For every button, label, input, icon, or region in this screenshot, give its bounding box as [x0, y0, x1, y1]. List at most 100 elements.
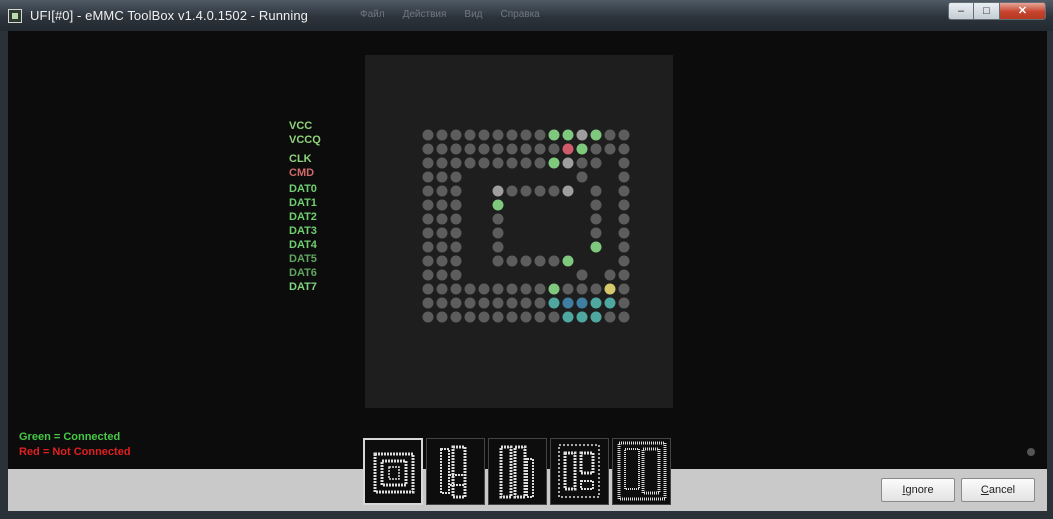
ball-pad	[506, 143, 518, 155]
ghost-menu-item: Вид	[464, 9, 483, 20]
ball-pad	[576, 157, 588, 169]
close-button[interactable]: ✕	[1000, 2, 1046, 20]
emmc-ball-map	[365, 55, 673, 408]
ball-pad	[478, 283, 490, 295]
ball-pad	[618, 157, 630, 169]
ignore-button[interactable]: Ignore	[881, 478, 955, 502]
ball-pad	[576, 143, 588, 155]
layout-thumbnail-3[interactable]	[488, 438, 547, 505]
ball-pad	[450, 185, 462, 197]
ball-pad	[548, 283, 560, 295]
ball-pad	[450, 213, 462, 225]
ball-pad	[422, 171, 434, 183]
layout-thumbnail-4[interactable]	[550, 438, 609, 505]
ball-pad	[436, 185, 448, 197]
main-window: UFI[#0] - eMMC ToolBox v1.4.0.1502 - Run…	[0, 0, 1053, 519]
ball-pad	[422, 199, 434, 211]
ball-pad	[422, 185, 434, 197]
ball-pad	[590, 227, 602, 239]
ball-pad	[478, 297, 490, 309]
legend-connected: Green = Connected	[19, 431, 121, 443]
ball-pad	[422, 269, 434, 281]
ball-pad	[604, 297, 616, 309]
ball-pad	[590, 241, 602, 253]
ball-pad	[562, 255, 574, 267]
ball-pad	[534, 143, 546, 155]
ball-pad	[450, 171, 462, 183]
ball-pad	[590, 157, 602, 169]
ball-pad	[590, 297, 602, 309]
ball-pad	[422, 297, 434, 309]
ball-pad	[576, 297, 588, 309]
ball-pad	[618, 255, 630, 267]
layout-thumbnail-5[interactable]	[612, 438, 671, 505]
ball-pad	[618, 129, 630, 141]
layout-thumbnail-2[interactable]	[426, 438, 485, 505]
thumb-ball-pattern	[558, 444, 600, 498]
ball-pad	[506, 185, 518, 197]
background-menu-ghost: Файл Действия Вид Справка	[360, 9, 540, 20]
ball-pad	[492, 143, 504, 155]
pin-label-dat1: DAT1	[289, 197, 317, 209]
ball-pad	[450, 129, 462, 141]
ball-pad	[506, 283, 518, 295]
layout-thumbnail-1[interactable]	[363, 438, 423, 505]
ball-pad	[436, 157, 448, 169]
ball-pad	[492, 157, 504, 169]
ball-pad	[464, 129, 476, 141]
ball-pad	[464, 157, 476, 169]
ball-pad	[590, 199, 602, 211]
ball-pad	[436, 143, 448, 155]
ball-pad	[576, 311, 588, 323]
window-frame-left	[0, 31, 8, 519]
ball-pad	[422, 255, 434, 267]
ghost-menu-item: Справка	[500, 9, 540, 20]
ball-pad	[590, 129, 602, 141]
ball-pad	[548, 255, 560, 267]
legend: Green = Connected Red = Not Connected	[19, 430, 131, 460]
ball-pad	[450, 143, 462, 155]
pin-label-dat2: DAT2	[289, 211, 317, 223]
maximize-button[interactable]: □	[974, 2, 1000, 20]
layout-thumbnails	[363, 438, 671, 505]
pin-label-dat0: DAT0	[289, 183, 317, 195]
ball-pad	[590, 185, 602, 197]
ball-pad	[422, 143, 434, 155]
ball-pad	[618, 269, 630, 281]
ball-pad	[422, 227, 434, 239]
pin-label-dat6: DAT6	[289, 267, 317, 279]
ball-pad	[478, 157, 490, 169]
title-bar[interactable]: UFI[#0] - eMMC ToolBox v1.4.0.1502 - Run…	[0, 0, 1053, 31]
ball-pad	[618, 227, 630, 239]
ball-pad	[520, 255, 532, 267]
window-frame-bottom	[0, 511, 1053, 519]
ball-pad	[478, 143, 490, 155]
ball-pad	[590, 283, 602, 295]
ball-pad	[618, 311, 630, 323]
pin-label-dat5: DAT5	[289, 253, 317, 265]
ball-pad	[436, 241, 448, 253]
ball-pad	[562, 297, 574, 309]
ball-pad	[534, 311, 546, 323]
ball-pad	[492, 199, 504, 211]
ball-pad	[576, 283, 588, 295]
cancel-button[interactable]: Cancel	[961, 478, 1035, 502]
ball-pad	[492, 297, 504, 309]
minimize-button[interactable]: –	[948, 2, 974, 20]
scroll-indicator[interactable]	[1027, 448, 1035, 456]
ball-pad	[534, 297, 546, 309]
ball-pad	[534, 185, 546, 197]
ball-pad	[604, 143, 616, 155]
ball-pad	[618, 297, 630, 309]
ball-pad	[604, 311, 616, 323]
ball-pad	[604, 269, 616, 281]
ball-pad	[506, 157, 518, 169]
ball-pad	[492, 185, 504, 197]
pin-label-dat4: DAT4	[289, 239, 317, 251]
thumb-ball-pattern	[373, 452, 415, 494]
ball-pad	[464, 283, 476, 295]
ball-pad	[520, 129, 532, 141]
window-controls: – □ ✕	[948, 2, 1046, 20]
ball-pad	[492, 227, 504, 239]
app-icon	[8, 9, 22, 23]
